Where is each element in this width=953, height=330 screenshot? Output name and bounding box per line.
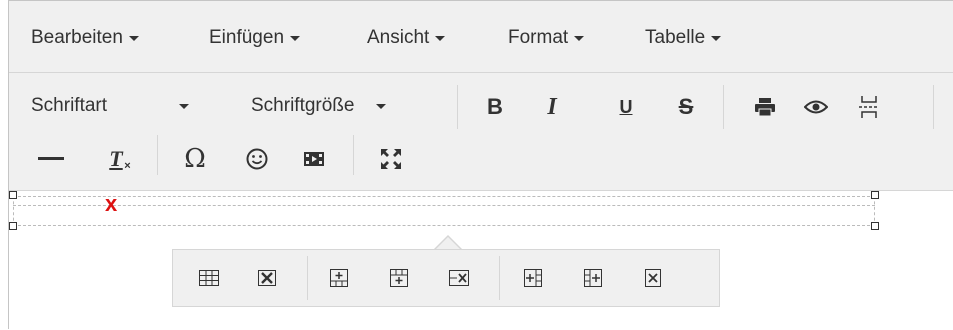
insert-row-before-icon (330, 269, 348, 287)
remove-format-button[interactable]: T × (96, 139, 136, 179)
horizontal-line-icon (38, 157, 64, 160)
font-family-select[interactable]: Schriftart (31, 95, 190, 117)
remove-format-icon: T × (109, 146, 130, 172)
omega-icon: Ω (184, 144, 206, 174)
italic-icon: I (547, 93, 557, 120)
menu-label: Tabelle (645, 27, 706, 48)
resize-handle-top-right[interactable] (871, 191, 879, 199)
font-size-select[interactable]: Schriftgröße (251, 95, 387, 117)
delete-column-icon (645, 269, 661, 287)
special-char-button[interactable]: Ω (175, 139, 215, 179)
underline-button[interactable]: U (606, 87, 646, 127)
separator (933, 85, 934, 129)
font-size-label: Schriftgröße (251, 95, 355, 116)
delete-table-icon (258, 270, 276, 286)
table-row-divider (13, 205, 875, 206)
table-context-toolbar (172, 249, 720, 307)
insert-column-before-icon (524, 269, 542, 287)
caret-down-icon (128, 35, 139, 41)
media-button[interactable] (294, 139, 334, 179)
page-break-button[interactable] (849, 87, 889, 127)
remove-format-glyph: T (109, 146, 123, 171)
menu-tabelle[interactable]: Tabelle (645, 27, 722, 49)
page-break-icon (859, 96, 879, 118)
toolbar: Schriftart Schriftgröße B I U S T × Ω (9, 73, 953, 191)
bold-button[interactable]: B (475, 87, 515, 127)
menu-ansicht[interactable]: Ansicht (367, 27, 446, 49)
strikethrough-icon: S (678, 94, 694, 119)
menu-label: Einfügen (209, 27, 285, 48)
smiley-icon (246, 148, 268, 170)
separator (157, 135, 158, 175)
resize-handle-bottom-left[interactable] (9, 222, 17, 230)
caret-down-icon (290, 35, 301, 41)
separator (457, 85, 458, 129)
caret-down-icon (179, 103, 190, 109)
menu-format[interactable]: Format (508, 27, 585, 49)
underline-icon: U (619, 96, 633, 117)
caret-down-icon (435, 35, 446, 41)
insert-row-before-button[interactable] (319, 258, 359, 298)
insert-column-after-icon (584, 269, 602, 287)
print-icon (755, 98, 775, 117)
editor: Bearbeiten Einfügen Ansicht Format Tabel… (8, 0, 953, 330)
preview-button[interactable] (796, 87, 836, 127)
toolbar-row-2: T × Ω (9, 135, 953, 181)
cell-text: x (105, 191, 118, 216)
separator (723, 85, 724, 129)
menu-label: Bearbeiten (31, 27, 123, 48)
insert-column-after-button[interactable] (573, 258, 613, 298)
fullscreen-button[interactable] (371, 139, 411, 179)
media-icon (304, 152, 324, 166)
delete-table-button[interactable] (247, 258, 287, 298)
font-family-label: Schriftart (31, 95, 108, 116)
strikethrough-button[interactable]: S (666, 87, 706, 127)
insert-column-before-button[interactable] (513, 258, 553, 298)
menu-label: Ansicht (367, 27, 430, 48)
caret-down-icon (376, 103, 387, 109)
horizontal-line-button[interactable] (31, 139, 71, 179)
italic-button[interactable]: I (532, 87, 572, 127)
resize-handle-bottom-right[interactable] (871, 222, 879, 230)
table-icon (199, 270, 219, 286)
print-button[interactable] (745, 87, 785, 127)
table-outline[interactable] (13, 196, 875, 226)
separator (353, 135, 354, 175)
menu-einfuegen[interactable]: Einfügen (209, 27, 301, 49)
separator (307, 256, 308, 300)
separator (499, 256, 500, 300)
fullscreen-icon (381, 149, 401, 169)
delete-column-button[interactable] (633, 258, 673, 298)
insert-row-after-button[interactable] (379, 258, 419, 298)
menu-bearbeiten[interactable]: Bearbeiten (31, 27, 139, 49)
caret-down-icon (711, 35, 722, 41)
emoji-button[interactable] (237, 139, 277, 179)
remove-x-icon: × (124, 160, 131, 172)
delete-row-button[interactable] (439, 258, 479, 298)
bold-icon: B (487, 94, 503, 119)
table-properties-button[interactable] (189, 258, 229, 298)
insert-row-after-icon (390, 269, 408, 287)
resize-handle-top-left[interactable] (9, 191, 17, 199)
toolbar-row-1: Schriftart Schriftgröße B I U S (9, 81, 953, 135)
menu-label: Format (508, 27, 569, 48)
editor-content[interactable]: x (9, 191, 953, 330)
eye-icon (804, 100, 828, 114)
caret-down-icon (574, 35, 585, 41)
delete-row-icon (449, 270, 469, 286)
menubar: Bearbeiten Einfügen Ansicht Format Tabel… (9, 1, 953, 73)
